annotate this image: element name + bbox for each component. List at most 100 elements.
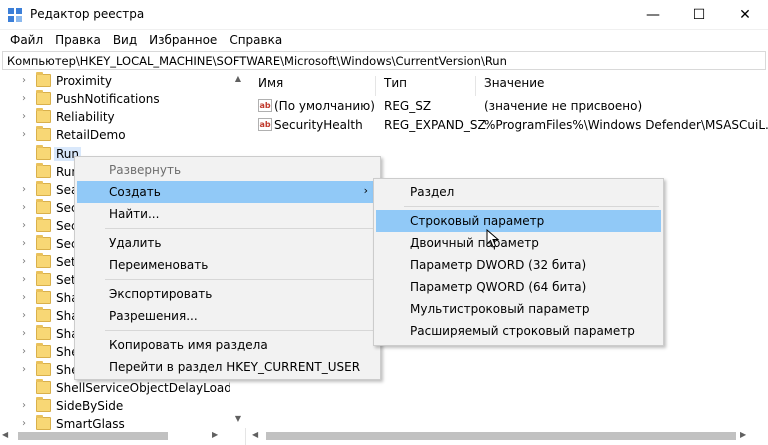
menu-item-goto-hkcu[interactable]: Перейти в раздел HKEY_CURRENT_USER <box>77 356 378 378</box>
folder-icon <box>36 325 51 340</box>
value-name: (По умолчанию) <box>274 99 375 113</box>
tree-item-proximity[interactable]: › Proximity <box>0 72 230 90</box>
expand-arrow-icon[interactable]: › <box>22 310 30 322</box>
expand-arrow-icon[interactable]: › <box>22 111 30 123</box>
close-button[interactable]: ✕ <box>722 0 768 30</box>
tree-item-label: RetailDemo <box>56 128 126 142</box>
tree-item-label: SideBySide <box>56 399 124 413</box>
folder-icon <box>36 217 51 232</box>
tree-item-label: PushNotifications <box>56 92 160 106</box>
submenu-item-binary-value[interactable]: Двоичный параметр <box>376 232 661 254</box>
scroll-up-icon[interactable]: ▲ <box>230 74 246 86</box>
expand-arrow-icon[interactable]: › <box>22 256 30 268</box>
folder-icon <box>36 415 51 430</box>
value-data: %ProgramFiles%\Windows Defender\MSASCuiL… <box>484 118 768 132</box>
scroll-right-icon[interactable]: ▶ <box>740 430 752 442</box>
folder-icon <box>36 72 51 87</box>
menu-separator <box>404 206 659 207</box>
expand-arrow-icon[interactable]: › <box>22 184 30 196</box>
tree-item-reliability[interactable]: › Reliability <box>0 108 230 126</box>
list-horizontal-scroll-thumb[interactable] <box>266 432 736 440</box>
menu-item-expand[interactable]: Развернуть <box>77 159 378 181</box>
column-header-type[interactable]: Тип <box>376 76 476 96</box>
minimize-button[interactable]: — <box>630 0 676 30</box>
submenu-item-multi-string-value[interactable]: Мультистроковый параметр <box>376 298 661 320</box>
folder-icon <box>36 343 51 358</box>
menu-item-rename[interactable]: Переименовать <box>77 254 378 276</box>
context-menu: Развернуть Создать › Найти... Удалить Пе… <box>74 156 381 380</box>
menu-item-find[interactable]: Найти... <box>77 203 378 225</box>
create-submenu: Раздел Строковый параметр Двоичный парам… <box>373 178 664 346</box>
menu-item-export[interactable]: Экспортировать <box>77 283 378 305</box>
menu-separator <box>105 279 375 280</box>
expand-arrow-icon[interactable]: › <box>22 328 30 340</box>
maximize-button[interactable]: ☐ <box>676 0 722 30</box>
tree-item-shellserviceobjectdelayload[interactable]: ShellServiceObjectDelayLoad <box>0 379 232 397</box>
scroll-down-icon[interactable]: ▼ <box>230 414 246 426</box>
submenu-item-dword-value[interactable]: Параметр DWORD (32 бита) <box>376 254 661 276</box>
expand-arrow-icon[interactable]: › <box>22 292 30 304</box>
column-header-name[interactable]: Имя <box>250 76 376 96</box>
submenu-item-qword-value[interactable]: Параметр QWORD (64 бита) <box>376 276 661 298</box>
folder-icon <box>36 90 51 105</box>
tree-item-smartglass[interactable]: › SmartGlass <box>0 415 230 433</box>
menu-item-create[interactable]: Создать › <box>77 181 378 203</box>
expand-arrow-icon[interactable]: › <box>22 418 30 430</box>
submenu-item-string-value[interactable]: Строковый параметр <box>376 210 661 232</box>
expand-arrow-icon[interactable]: › <box>22 220 30 232</box>
column-header-value[interactable]: Значение <box>476 76 768 96</box>
folder-icon <box>36 253 51 268</box>
menu-view[interactable]: Вид <box>107 30 143 50</box>
scroll-left-icon[interactable]: ◀ <box>2 430 14 442</box>
registry-editor-icon <box>8 8 22 22</box>
menu-item-permissions[interactable]: Разрешения... <box>77 305 378 327</box>
menu-help[interactable]: Справка <box>223 30 288 50</box>
folder-icon <box>36 181 51 196</box>
folder-icon <box>36 145 51 160</box>
value-type: REG_EXPAND_SZ <box>384 118 486 132</box>
folder-icon <box>36 199 51 214</box>
menu-separator <box>105 228 375 229</box>
scroll-right-icon[interactable]: ▶ <box>212 430 224 442</box>
menu-edit[interactable]: Правка <box>49 30 107 50</box>
expand-arrow-icon[interactable]: › <box>22 202 30 214</box>
scroll-left-icon[interactable]: ◀ <box>252 430 264 442</box>
expand-arrow-icon[interactable]: › <box>22 238 30 250</box>
tree-item-sidebyside[interactable]: › SideBySide <box>0 397 230 415</box>
folder-icon <box>36 126 51 141</box>
menu-item-copy-key-name[interactable]: Копировать имя раздела <box>77 334 378 356</box>
menu-item-delete[interactable]: Удалить <box>77 232 378 254</box>
tree-item-pushnotifications[interactable]: › PushNotifications <box>0 90 230 108</box>
expand-arrow-icon[interactable]: › <box>22 129 30 141</box>
expand-arrow-icon[interactable]: › <box>22 93 30 105</box>
folder-icon <box>36 163 51 178</box>
folder-icon <box>36 289 51 304</box>
folder-icon <box>36 108 51 123</box>
folder-icon <box>36 271 51 286</box>
list-item[interactable]: ab (По умолчанию) REG_SZ (значение не пр… <box>250 97 768 116</box>
folder-icon <box>36 361 51 376</box>
expand-arrow-icon[interactable]: › <box>22 400 30 412</box>
mouse-cursor-icon <box>486 229 500 248</box>
address-bar[interactable]: Компьютер\HKEY_LOCAL_MACHINE\SOFTWARE\Mi… <box>2 51 766 70</box>
submenu-item-key[interactable]: Раздел <box>376 181 661 203</box>
expand-arrow-icon[interactable]: › <box>22 274 30 286</box>
menu-favorites[interactable]: Избранное <box>143 30 223 50</box>
folder-icon <box>36 235 51 250</box>
menu-separator <box>105 330 375 331</box>
list-item[interactable]: ab SecurityHealth REG_EXPAND_SZ %Program… <box>250 116 768 135</box>
menu-file[interactable]: Файл <box>4 30 49 50</box>
expand-arrow-icon[interactable]: › <box>22 346 30 358</box>
string-value-icon: ab <box>258 99 272 112</box>
title-bar: Редактор реестра — ☐ ✕ <box>0 0 768 30</box>
window-title: Редактор реестра <box>30 7 145 21</box>
tree-item-retaildemo[interactable]: › RetailDemo <box>0 126 230 144</box>
submenu-arrow-icon: › <box>363 184 368 197</box>
tree-item-label: Set <box>56 273 76 287</box>
expand-arrow-icon[interactable]: › <box>22 75 30 87</box>
value-data: (значение не присвоено) <box>484 99 643 113</box>
folder-icon <box>36 379 51 394</box>
expand-arrow-icon[interactable]: › <box>22 364 30 376</box>
submenu-item-expandable-string-value[interactable]: Расширяемый строковый параметр <box>376 320 661 342</box>
tree-horizontal-scroll-thumb[interactable] <box>18 432 168 440</box>
